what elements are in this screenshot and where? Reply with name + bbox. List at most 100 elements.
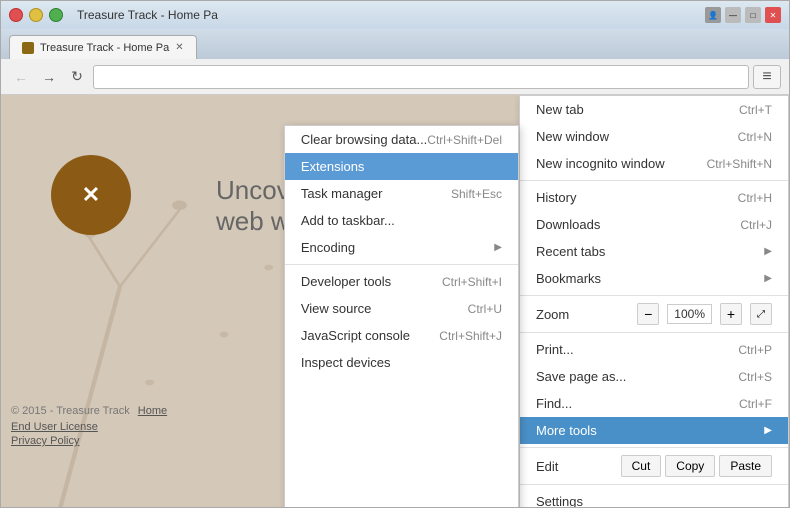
back-btn[interactable]: ←: [9, 65, 33, 89]
copy-btn[interactable]: Copy: [665, 455, 715, 477]
submenu-view-source-label: View source: [301, 301, 372, 316]
edit-row: Edit Cut Copy Paste: [520, 451, 788, 481]
site-footer: © 2015 - Treasure Track Home End User Li…: [11, 405, 167, 447]
menu-divider-2: [520, 295, 788, 296]
menu-item-bookmarks[interactable]: Bookmarks ▶: [520, 265, 788, 292]
footer-home-link[interactable]: Home: [138, 405, 167, 417]
title-user-icon: 👤: [705, 7, 721, 23]
window-maximize-icon[interactable]: [49, 8, 63, 22]
address-bar[interactable]: [93, 65, 749, 89]
more-tools-submenu: Clear browsing data... Ctrl+Shift+Del Ex…: [284, 125, 519, 507]
toolbar: ← → ↻ ≡: [1, 59, 789, 95]
tab-label: Treasure Track - Home Pa: [40, 42, 169, 54]
browser-tab[interactable]: Treasure Track - Home Pa ✕: [9, 35, 197, 59]
forward-btn[interactable]: →: [37, 65, 61, 89]
menu-divider-3: [520, 332, 788, 333]
dropdown-container: Clear browsing data... Ctrl+Shift+Del Ex…: [284, 95, 789, 507]
menu-item-history[interactable]: History Ctrl+H: [520, 184, 788, 211]
submenu-view-source-shortcut: Ctrl+U: [468, 302, 502, 316]
footer-privacy-link[interactable]: Privacy Policy: [11, 435, 167, 447]
submenu-item-encoding[interactable]: Encoding ▶: [285, 234, 518, 261]
menu-new-incognito-shortcut: Ctrl+Shift+N: [707, 157, 772, 171]
submenu-task-manager-label: Task manager: [301, 186, 383, 201]
title-bar: Treasure Track - Home Pa 👤 — □ ✕: [1, 1, 789, 29]
submenu-dev-tools-label: Developer tools: [301, 274, 391, 289]
submenu-clear-browsing-shortcut: Ctrl+Shift+Del: [427, 133, 502, 147]
content-area: ✕ Uncover the web with Tre © 2015 - Trea…: [1, 95, 789, 507]
submenu-item-inspect-devices[interactable]: Inspect devices: [285, 349, 518, 376]
menu-item-save-page[interactable]: Save page as... Ctrl+S: [520, 363, 788, 390]
menu-history-shortcut: Ctrl+H: [738, 191, 772, 205]
submenu-add-taskbar-label: Add to taskbar...: [301, 213, 395, 228]
submenu-encoding-arrow: ▶: [494, 242, 502, 253]
menu-more-tools-label: More tools: [536, 423, 597, 438]
submenu-item-task-manager[interactable]: Task manager Shift+Esc: [285, 180, 518, 207]
submenu-extensions-label: Extensions: [301, 159, 365, 174]
submenu-dev-tools-shortcut: Ctrl+Shift+I: [442, 275, 502, 289]
zoom-minus-btn[interactable]: −: [637, 303, 659, 325]
menu-new-tab-label: New tab: [536, 102, 584, 117]
reload-btn[interactable]: ↻: [65, 65, 89, 89]
footer-eula-link[interactable]: End User License: [11, 421, 167, 433]
title-close-btn[interactable]: ✕: [765, 7, 781, 23]
menu-new-window-shortcut: Ctrl+N: [738, 130, 772, 144]
submenu-item-dev-tools[interactable]: Developer tools Ctrl+Shift+I: [285, 268, 518, 295]
title-minimize-btn[interactable]: —: [725, 7, 741, 23]
menu-find-label: Find...: [536, 396, 572, 411]
menu-print-label: Print...: [536, 342, 574, 357]
menu-item-new-incognito[interactable]: New incognito window Ctrl+Shift+N: [520, 150, 788, 177]
menu-new-tab-shortcut: Ctrl+T: [739, 103, 772, 117]
menu-item-more-tools[interactable]: More tools ▶: [520, 417, 788, 444]
submenu-encoding-label: Encoding: [301, 240, 355, 255]
menu-item-downloads[interactable]: Downloads Ctrl+J: [520, 211, 788, 238]
menu-item-find[interactable]: Find... Ctrl+F: [520, 390, 788, 417]
window-minimize-icon[interactable]: [29, 8, 43, 22]
submenu-divider-1: [285, 264, 518, 265]
tab-favicon: [22, 42, 34, 54]
tab-close-btn[interactable]: ✕: [175, 42, 183, 53]
zoom-percent: 100%: [667, 304, 712, 324]
menu-item-new-window[interactable]: New window Ctrl+N: [520, 123, 788, 150]
menu-bookmarks-label: Bookmarks: [536, 271, 601, 286]
cut-btn[interactable]: Cut: [621, 455, 662, 477]
zoom-row: Zoom − 100% + ⤢: [520, 299, 788, 329]
menu-item-settings[interactable]: Settings: [520, 488, 788, 507]
submenu-item-view-source[interactable]: View source Ctrl+U: [285, 295, 518, 322]
menu-history-label: History: [536, 190, 576, 205]
tab-bar: Treasure Track - Home Pa ✕: [1, 29, 789, 59]
menu-bookmarks-arrow: ▶: [764, 273, 772, 284]
submenu-item-js-console[interactable]: JavaScript console Ctrl+Shift+J: [285, 322, 518, 349]
browser-menu: New tab Ctrl+T New window Ctrl+N New inc…: [519, 95, 789, 507]
submenu-item-add-taskbar[interactable]: Add to taskbar...: [285, 207, 518, 234]
menu-item-recent-tabs[interactable]: Recent tabs ▶: [520, 238, 788, 265]
menu-print-shortcut: Ctrl+P: [738, 343, 772, 357]
menu-save-page-label: Save page as...: [536, 369, 626, 384]
menu-more-tools-arrow: ▶: [764, 425, 772, 436]
menu-find-shortcut: Ctrl+F: [739, 397, 772, 411]
browser-window: Treasure Track - Home Pa 👤 — □ ✕ Treasur…: [0, 0, 790, 508]
edit-label: Edit: [536, 459, 617, 474]
zoom-label: Zoom: [536, 307, 629, 322]
submenu-inspect-devices-label: Inspect devices: [301, 355, 391, 370]
menu-recent-tabs-label: Recent tabs: [536, 244, 605, 259]
window-title: Treasure Track - Home Pa: [77, 8, 218, 22]
submenu-item-extensions[interactable]: Extensions: [285, 153, 518, 180]
chrome-menu-btn[interactable]: ≡: [753, 65, 781, 89]
menu-divider-4: [520, 447, 788, 448]
menu-new-incognito-label: New incognito window: [536, 156, 665, 171]
title-maximize-btn[interactable]: □: [745, 7, 761, 23]
paste-btn[interactable]: Paste: [719, 455, 772, 477]
submenu-task-manager-shortcut: Shift+Esc: [451, 187, 502, 201]
menu-item-new-tab[interactable]: New tab Ctrl+T: [520, 96, 788, 123]
zoom-fullscreen-btn[interactable]: ⤢: [750, 303, 772, 325]
menu-item-print[interactable]: Print... Ctrl+P: [520, 336, 788, 363]
submenu-clear-browsing-label: Clear browsing data...: [301, 132, 427, 147]
menu-downloads-label: Downloads: [536, 217, 600, 232]
menu-downloads-shortcut: Ctrl+J: [740, 218, 772, 232]
submenu-js-console-label: JavaScript console: [301, 328, 410, 343]
zoom-plus-btn[interactable]: +: [720, 303, 742, 325]
window-close-icon[interactable]: [9, 8, 23, 22]
menu-divider-5: [520, 484, 788, 485]
submenu-item-clear-browsing[interactable]: Clear browsing data... Ctrl+Shift+Del: [285, 126, 518, 153]
footer-copyright: © 2015 - Treasure Track: [11, 405, 130, 417]
